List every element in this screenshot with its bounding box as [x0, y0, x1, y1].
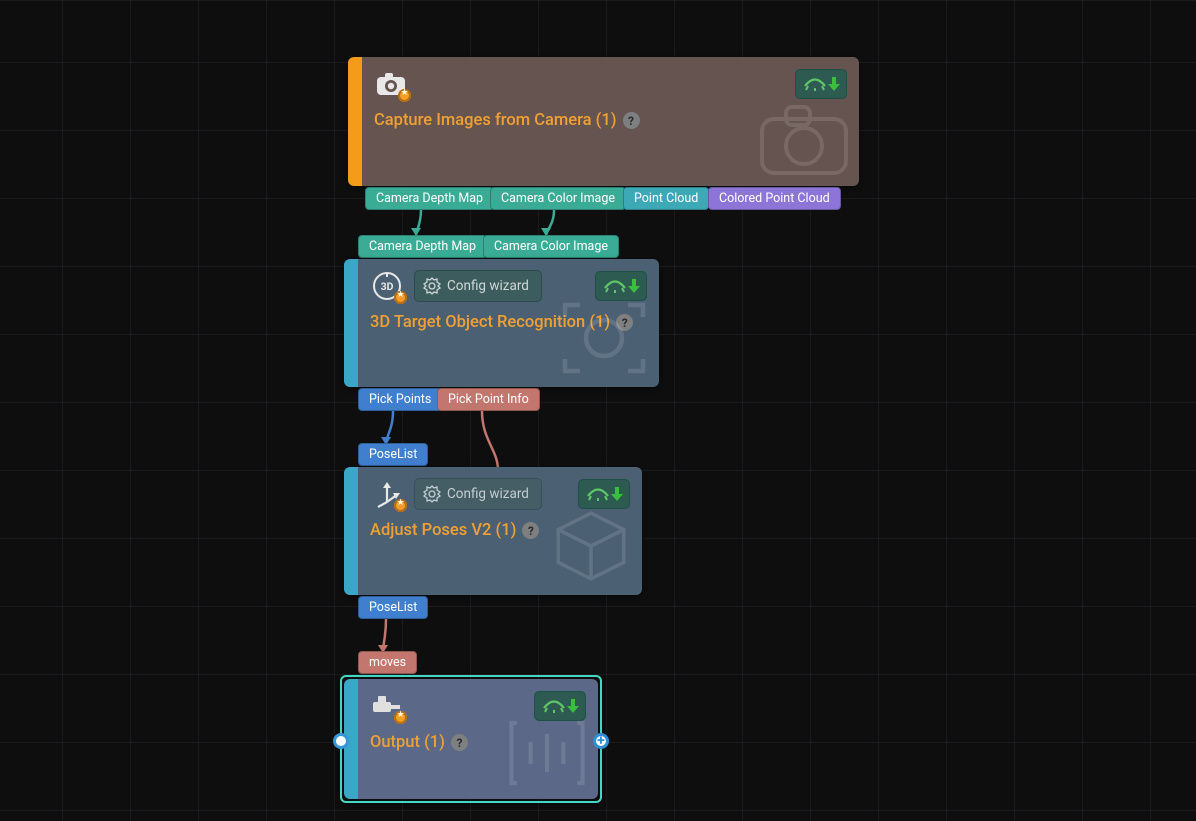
- 3d-recognition-icon: 3D: [370, 271, 404, 301]
- gear-icon: [423, 485, 441, 503]
- svg-text:3D: 3D: [381, 280, 394, 293]
- port-label: Point Cloud: [634, 191, 698, 206]
- download-arrow-icon: [567, 698, 579, 714]
- config-wizard-button[interactable]: Config wizard: [414, 270, 542, 302]
- output-port-point-cloud[interactable]: Point Cloud: [623, 187, 709, 210]
- node-title: Capture Images from Camera (1): [374, 111, 617, 130]
- port-label: moves: [369, 655, 406, 670]
- port-label: Camera Depth Map: [369, 239, 476, 254]
- output-port-colored-point-cloud[interactable]: Colored Point Cloud: [708, 187, 841, 210]
- node-capture-images[interactable]: Capture Images from Camera (1) ?: [348, 57, 859, 186]
- node-status-indicator[interactable]: [595, 271, 647, 301]
- node-status-indicator[interactable]: [534, 691, 586, 721]
- port-label: PoseList: [369, 447, 417, 462]
- download-arrow-icon: [611, 486, 623, 502]
- output-port-pick-point-info[interactable]: Pick Point Info: [437, 388, 540, 411]
- config-wizard-label: Config wizard: [447, 278, 529, 294]
- axes-icon: [370, 479, 404, 509]
- node-graph-canvas[interactable]: Capture Images from Camera (1) ? Camera …: [0, 0, 1196, 821]
- node-title: Output (1): [370, 733, 445, 752]
- visibility-icon: [543, 699, 563, 713]
- scan-watermark-icon: [559, 299, 649, 381]
- help-icon[interactable]: ?: [451, 734, 468, 751]
- input-port-poselist[interactable]: PoseList: [358, 443, 428, 466]
- port-label: Camera Color Image: [494, 239, 608, 254]
- config-wizard-button[interactable]: Config wizard: [414, 478, 542, 510]
- node-title: 3D Target Object Recognition (1): [370, 313, 610, 332]
- output-icon: [370, 691, 404, 721]
- node-title: Adjust Poses V2 (1): [370, 521, 516, 540]
- visibility-icon: [604, 279, 624, 293]
- port-label: Camera Color Image: [501, 191, 615, 206]
- cube-watermark-icon: [550, 507, 632, 589]
- help-icon[interactable]: ?: [522, 522, 539, 539]
- selection-handle-add[interactable]: [593, 733, 609, 749]
- port-label: Colored Point Cloud: [719, 191, 830, 206]
- input-port-camera-color-image[interactable]: Camera Color Image: [483, 235, 619, 258]
- port-label: Pick Point Info: [448, 392, 529, 407]
- input-port-camera-depth-map[interactable]: Camera Depth Map: [358, 235, 487, 258]
- help-icon[interactable]: ?: [623, 112, 640, 129]
- download-arrow-icon: [828, 76, 840, 92]
- camera-icon: [374, 69, 408, 99]
- node-adjust-poses[interactable]: Config wizard: [344, 467, 642, 595]
- help-icon[interactable]: ?: [616, 314, 633, 331]
- port-label: PoseList: [369, 600, 417, 615]
- port-label: Pick Points: [369, 392, 431, 407]
- config-wizard-label: Config wizard: [447, 486, 529, 502]
- input-port-moves[interactable]: moves: [358, 651, 417, 674]
- bracket-watermark-icon: [506, 717, 588, 793]
- output-port-poselist[interactable]: PoseList: [358, 596, 428, 619]
- port-label: Camera Depth Map: [376, 191, 483, 206]
- selection-handle-left[interactable]: [333, 733, 349, 749]
- gear-icon: [423, 277, 441, 295]
- node-output[interactable]: Output (1) ?: [340, 675, 602, 803]
- output-port-camera-depth-map[interactable]: Camera Depth Map: [365, 187, 494, 210]
- visibility-icon: [804, 77, 824, 91]
- node-3d-target-recognition[interactable]: 3D Config wizard: [344, 259, 659, 387]
- download-arrow-icon: [628, 278, 640, 294]
- node-status-indicator[interactable]: [578, 479, 630, 509]
- output-port-camera-color-image[interactable]: Camera Color Image: [490, 187, 626, 210]
- visibility-icon: [587, 487, 607, 501]
- output-port-pick-points[interactable]: Pick Points: [358, 388, 442, 411]
- node-status-indicator[interactable]: [795, 69, 847, 99]
